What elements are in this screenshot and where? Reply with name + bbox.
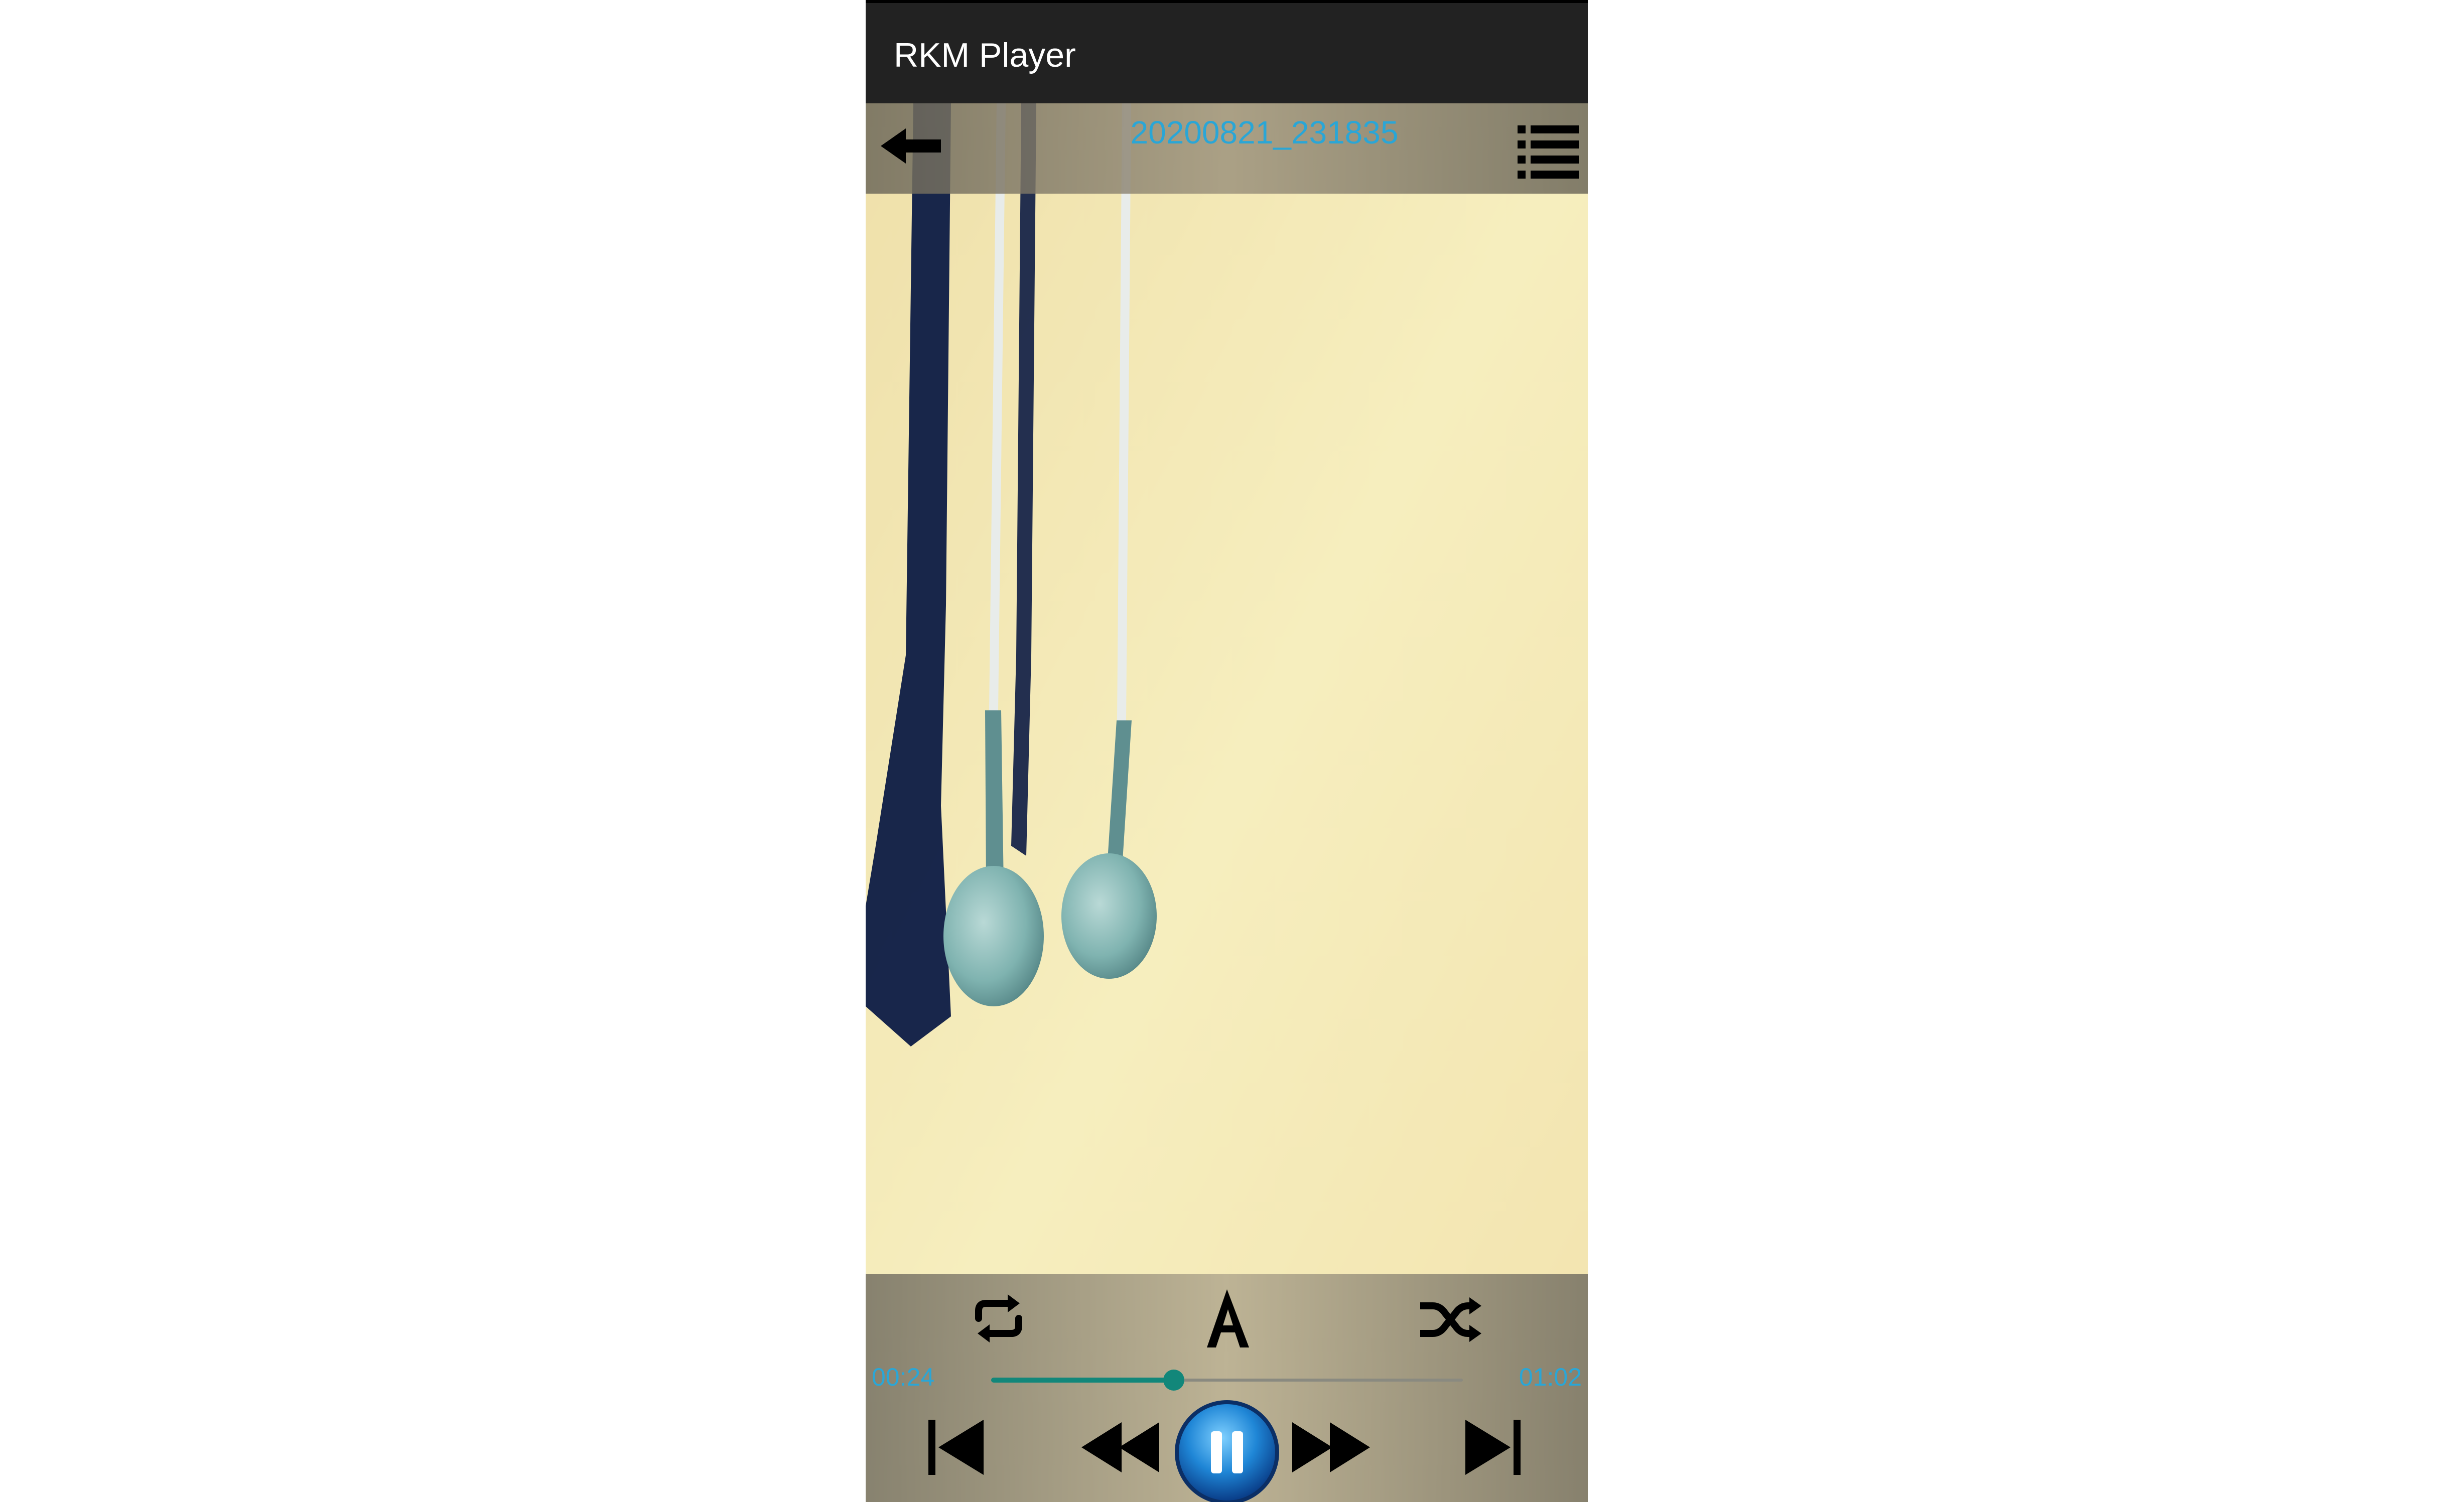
seek-bar[interactable] bbox=[991, 1369, 1463, 1391]
skip-previous-icon bbox=[928, 1420, 984, 1475]
pause-icon bbox=[1175, 1400, 1279, 1502]
phone-frame: RKM Player 20200821_231835 00:24 01:02 bbox=[866, 0, 1588, 1502]
bottom-controls: 00:24 01:02 bbox=[866, 1274, 1588, 1502]
top-controls: 20200821_231835 bbox=[866, 103, 1588, 194]
repeat-button[interactable] bbox=[964, 1283, 1034, 1354]
font-icon bbox=[1207, 1289, 1249, 1347]
rewind-button[interactable] bbox=[1076, 1405, 1167, 1490]
track-title: 20200821_231835 bbox=[1130, 114, 1399, 151]
playlist-icon bbox=[1518, 125, 1579, 179]
app-title: RKM Player bbox=[894, 36, 1076, 74]
pause-button[interactable] bbox=[1172, 1397, 1282, 1502]
next-button[interactable] bbox=[1450, 1405, 1531, 1490]
repeat-icon bbox=[975, 1294, 1022, 1342]
transport-controls bbox=[866, 1395, 1588, 1502]
app-bar: RKM Player bbox=[866, 3, 1588, 103]
font-button[interactable] bbox=[1192, 1283, 1262, 1354]
skip-next-icon bbox=[1465, 1420, 1521, 1475]
elapsed-time: 00:24 bbox=[872, 1363, 935, 1391]
fast-forward-button[interactable] bbox=[1285, 1405, 1375, 1490]
shuffle-button[interactable] bbox=[1415, 1283, 1485, 1354]
total-time: 01:02 bbox=[1519, 1363, 1582, 1391]
previous-button[interactable] bbox=[918, 1405, 999, 1490]
rewind-icon bbox=[1081, 1422, 1159, 1472]
screen: RKM Player 20200821_231835 00:24 01:02 bbox=[0, 0, 2464, 1502]
mode-row bbox=[866, 1283, 1588, 1364]
seek-progress bbox=[991, 1378, 1174, 1383]
seek-thumb[interactable] bbox=[1163, 1370, 1184, 1391]
playlist-button[interactable] bbox=[1513, 118, 1583, 184]
fast-forward-icon bbox=[1292, 1422, 1370, 1472]
shuffle-icon bbox=[1420, 1297, 1481, 1342]
